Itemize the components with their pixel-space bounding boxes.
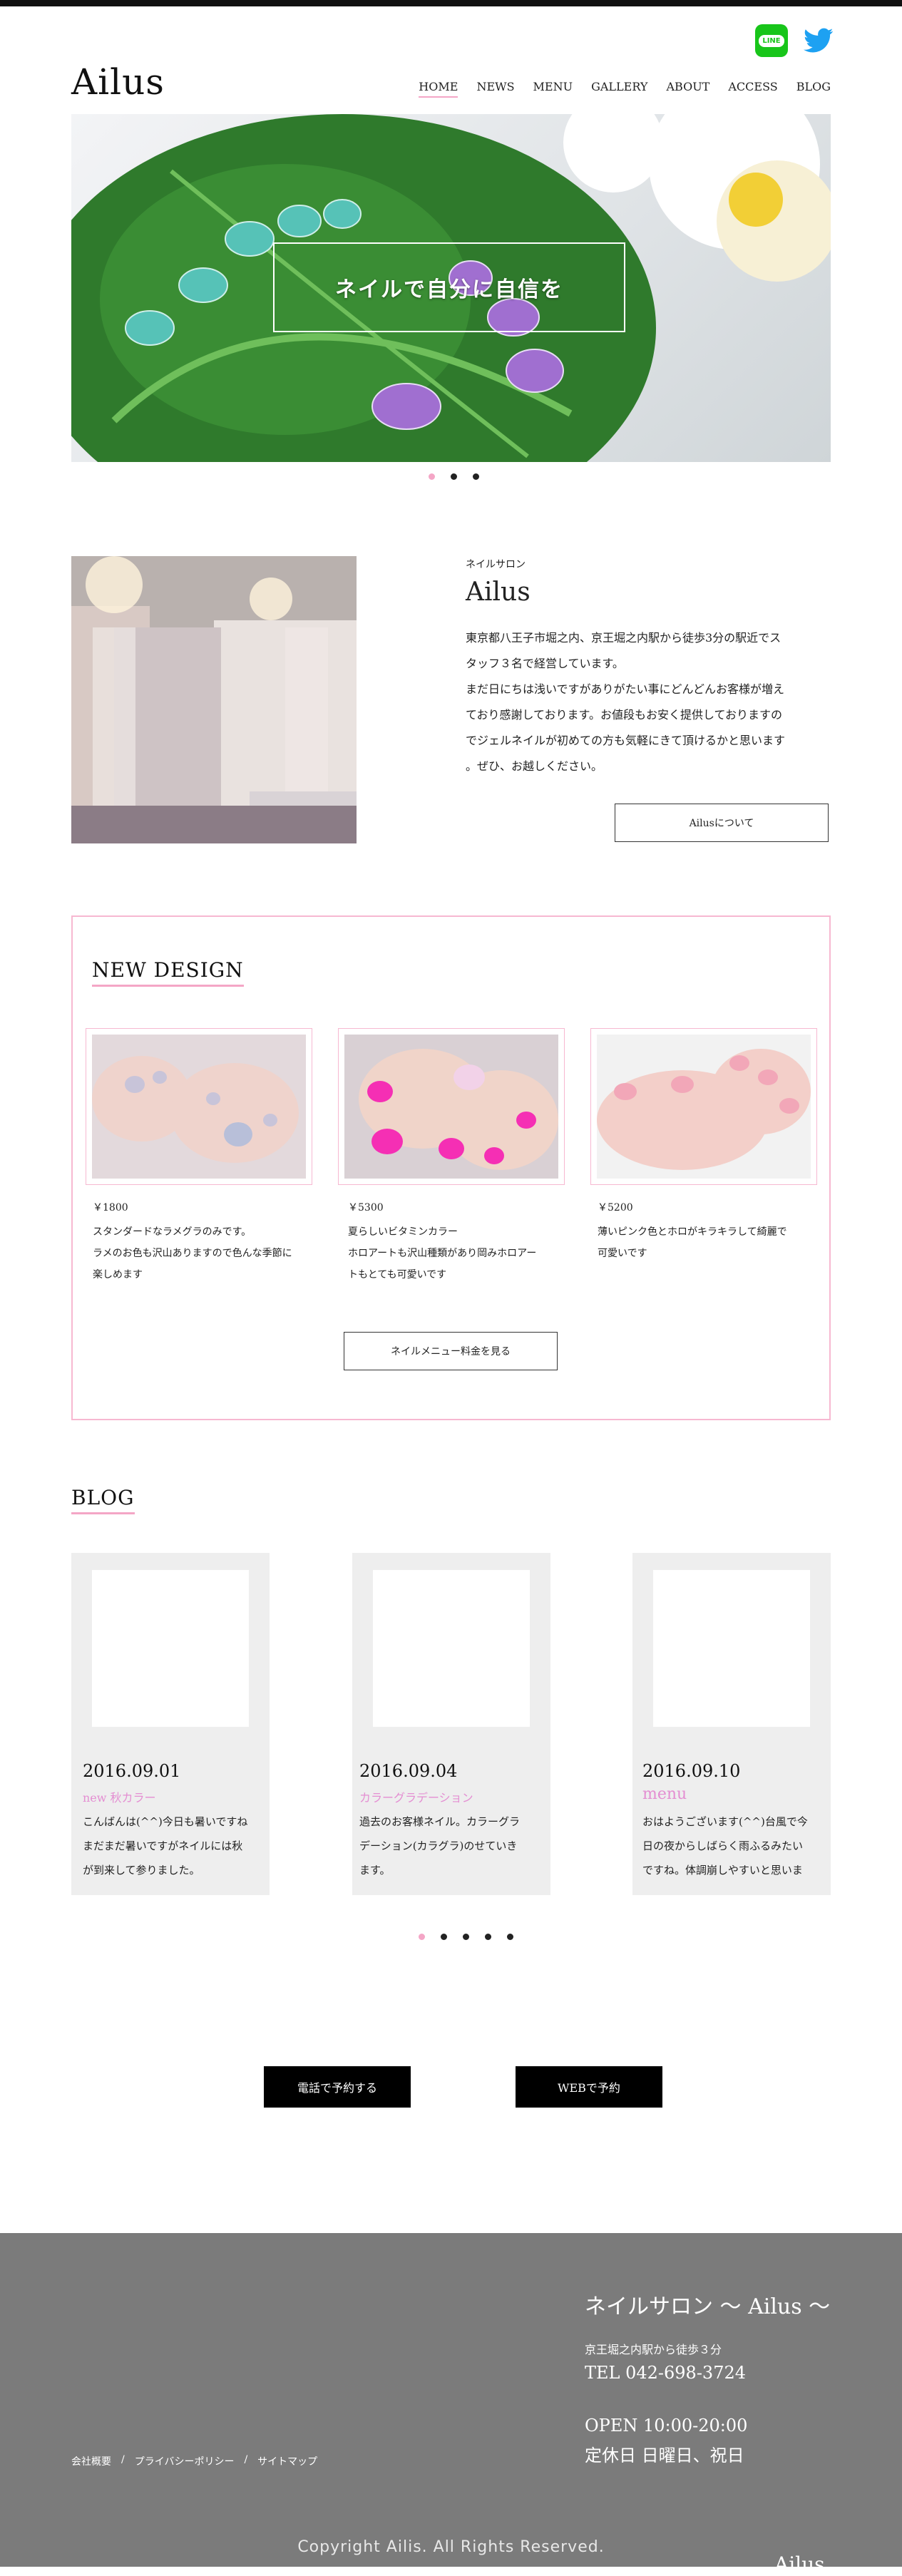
about-line: 。ぜひ、お越しください。 — [466, 759, 603, 773]
design-card-image[interactable] — [338, 1028, 565, 1185]
nav-item-about[interactable]: ABOUT — [666, 80, 709, 98]
blog-slider-dots — [419, 1934, 513, 1940]
card-line: 楽しめます — [93, 1269, 143, 1281]
menu-price-button[interactable]: ネイルメニュー料金を見る — [344, 1332, 558, 1370]
about-line: でジェルネイルが初めての方も気軽にきて頂けるかと思います — [466, 734, 786, 747]
footer-link-separator: / — [121, 2454, 125, 2465]
about-title: Ailus — [466, 578, 531, 607]
blog-card[interactable]: 2016.09.04 カラーグラデーション 過去のお客様ネイル。カラーグラ デー… — [352, 1553, 550, 1895]
footer-access: 京王堀之内駅から徒歩３分 — [585, 2343, 722, 2356]
blog-dot-5[interactable] — [507, 1934, 513, 1940]
blog-line: こんばんは(^^)今日も暑いですね — [83, 1815, 248, 1828]
design-card-price: ￥1800 — [93, 1202, 128, 1213]
design-card-image[interactable] — [86, 1028, 312, 1185]
site-footer: ネイルサロン 〜 Ailus 〜 京王堀之内駅から徒歩３分 TEL 042-69… — [0, 2233, 902, 2576]
footer-link-company[interactable]: 会社概要 — [71, 2454, 111, 2468]
footer-tel[interactable]: TEL 042-698-3724 — [585, 2363, 746, 2383]
nav-item-news[interactable]: NEWS — [476, 80, 514, 98]
line-icon-label: LINE — [759, 34, 784, 47]
about-line: タッフ３名で経営しています。 — [466, 657, 624, 670]
hero-slider[interactable]: ネイルで自分に自信を — [71, 114, 831, 462]
blog-date: 2016.09.10 — [642, 1761, 741, 1781]
blog-dot-2[interactable] — [441, 1934, 447, 1940]
blog-thumbnail — [92, 1570, 249, 1727]
about-more-button[interactable]: Ailusについて — [615, 804, 829, 842]
design-card-text: スタンダードなラメグラのみです。 ラメのお色も沢山ありますので色んな季節に 楽し… — [93, 1221, 321, 1286]
about-kicker: ネイルサロン — [466, 559, 526, 570]
design-card-text: 夏らしいビタミンカラー ホロアートも沢山種類があり岡みホロアー トもとても可愛い… — [348, 1221, 576, 1286]
blog-line: デーション(カラグラ)のせていき — [359, 1839, 518, 1852]
blog-dot-1[interactable] — [419, 1934, 425, 1940]
card-line: スタンダードなラメグラのみです。 — [93, 1226, 252, 1238]
blog-card[interactable]: 2016.09.10 menu おはようございます(^^)台風で今 日の夜からし… — [632, 1553, 831, 1895]
slider-dot-3[interactable] — [473, 473, 479, 480]
main-nav: HOME NEWS MENU GALLERY ABOUT ACCESS BLOG — [419, 80, 831, 98]
blog-line: おはようございます(^^)台風で今 — [642, 1815, 808, 1828]
card-line: トもとても可愛いです — [348, 1269, 447, 1281]
design-card-price: ￥5200 — [598, 1202, 633, 1213]
card-line: 可愛いです — [598, 1248, 647, 1259]
web-reserve-button[interactable]: WEBで予約 — [516, 2066, 662, 2108]
blog-category[interactable]: カラーグラデーション — [359, 1788, 473, 1805]
salon-interior-photo — [71, 556, 357, 843]
blog-excerpt: 過去のお客様ネイル。カラーグラ デーション(カラグラ)のせていき ます。 — [359, 1810, 538, 1882]
blog-category[interactable]: menu — [642, 1785, 687, 1803]
site-logo[interactable]: Ailus — [71, 61, 165, 103]
nav-item-home[interactable]: HOME — [419, 80, 458, 98]
about-line: 東京都八王子市堀之内、京王堀之内駅から徒歩3分の駅近でス — [466, 631, 781, 645]
footer-salon-name: ネイルサロン 〜 Ailus 〜 — [585, 2294, 831, 2319]
social-links: LINE — [755, 24, 835, 57]
card-line: ラメのお色も沢山ありますので色んな季節に — [93, 1248, 292, 1259]
blog-date: 2016.09.01 — [83, 1761, 181, 1781]
footer-link-sitemap[interactable]: サイトマップ — [257, 2454, 317, 2468]
blog-card[interactable]: 2016.09.01 new 秋カラー こんばんは(^^)今日も暑いですね まだ… — [71, 1553, 270, 1895]
top-border — [0, 0, 902, 6]
blog-line: まだまだ暑いですがネイルには秋 — [83, 1839, 243, 1852]
line-icon[interactable]: LINE — [755, 24, 788, 57]
about-line: まだ日にちは浅いですがありがたい事にどんどんお客様が増え — [466, 682, 785, 696]
twitter-icon[interactable] — [802, 24, 835, 57]
footer-link-separator: / — [244, 2454, 248, 2465]
blog-line: 日の夜からしばらく雨ふるみたい — [642, 1839, 804, 1852]
blog-title: BLOG — [71, 1486, 135, 1514]
blog-excerpt: こんばんは(^^)今日も暑いですね まだまだ暑いですがネイルには秋 が到来して参… — [83, 1810, 261, 1882]
nav-item-gallery[interactable]: GALLERY — [591, 80, 647, 98]
footer-link-privacy[interactable]: プライバシーポリシー — [135, 2454, 235, 2468]
design-card-price: ￥5300 — [348, 1202, 384, 1213]
blog-line: ですね。体調崩しやすいと思いま — [642, 1864, 803, 1877]
blog-line: 過去のお客様ネイル。カラーグラ — [359, 1815, 521, 1828]
blog-line: が到来して参りました。 — [83, 1864, 200, 1877]
slider-dot-1[interactable] — [429, 473, 435, 480]
blog-line: ます。 — [359, 1864, 391, 1877]
design-card-image[interactable] — [590, 1028, 817, 1185]
new-design-title: NEW DESIGN — [92, 958, 244, 987]
footer-logo[interactable]: Ailus — [774, 2552, 825, 2576]
about-body: 東京都八王子市堀之内、京王堀之内駅から徒歩3分の駅近でス タッフ３名で経営してい… — [466, 625, 829, 779]
blog-category[interactable]: new 秋カラー — [83, 1788, 156, 1805]
nav-item-menu[interactable]: MENU — [533, 80, 573, 98]
card-line: ホロアートも沢山種類があり岡みホロアー — [348, 1248, 537, 1259]
blog-dot-4[interactable] — [485, 1934, 491, 1940]
card-line: 薄いピンク色とホロがキラキラして綺麗で — [598, 1226, 787, 1238]
nav-item-blog[interactable]: BLOG — [796, 80, 831, 98]
copyright: Copyright Ailis. All Rights Reserved. — [297, 2538, 605, 2556]
hero-caption: ネイルで自分に自信を — [273, 242, 625, 332]
card-line: 夏らしいビタミンカラー — [348, 1226, 458, 1238]
nav-item-access[interactable]: ACCESS — [728, 80, 777, 98]
footer-hours: OPEN 10:00-20:00 — [585, 2416, 748, 2436]
blog-thumbnail — [653, 1570, 810, 1727]
blog-dot-3[interactable] — [463, 1934, 469, 1940]
about-line: ており感謝しております。お値段もお安く提供しておりますの — [466, 708, 783, 722]
design-card-text: 薄いピンク色とホロがキラキラして綺麗で 可愛いです — [598, 1221, 826, 1264]
phone-reserve-button[interactable]: 電話で予約する — [264, 2066, 411, 2108]
blog-date: 2016.09.04 — [359, 1761, 458, 1781]
hero-slider-dots — [429, 473, 479, 480]
blog-excerpt: おはようございます(^^)台風で今 日の夜からしばらく雨ふるみたい ですね。体調… — [642, 1810, 821, 1882]
slider-dot-2[interactable] — [451, 473, 457, 480]
footer-closed: 定休日 日曜日、祝日 — [585, 2446, 744, 2465]
footer-links: 会社概要 / プライバシーポリシー / サイトマップ — [71, 2454, 317, 2468]
blog-thumbnail — [373, 1570, 530, 1727]
